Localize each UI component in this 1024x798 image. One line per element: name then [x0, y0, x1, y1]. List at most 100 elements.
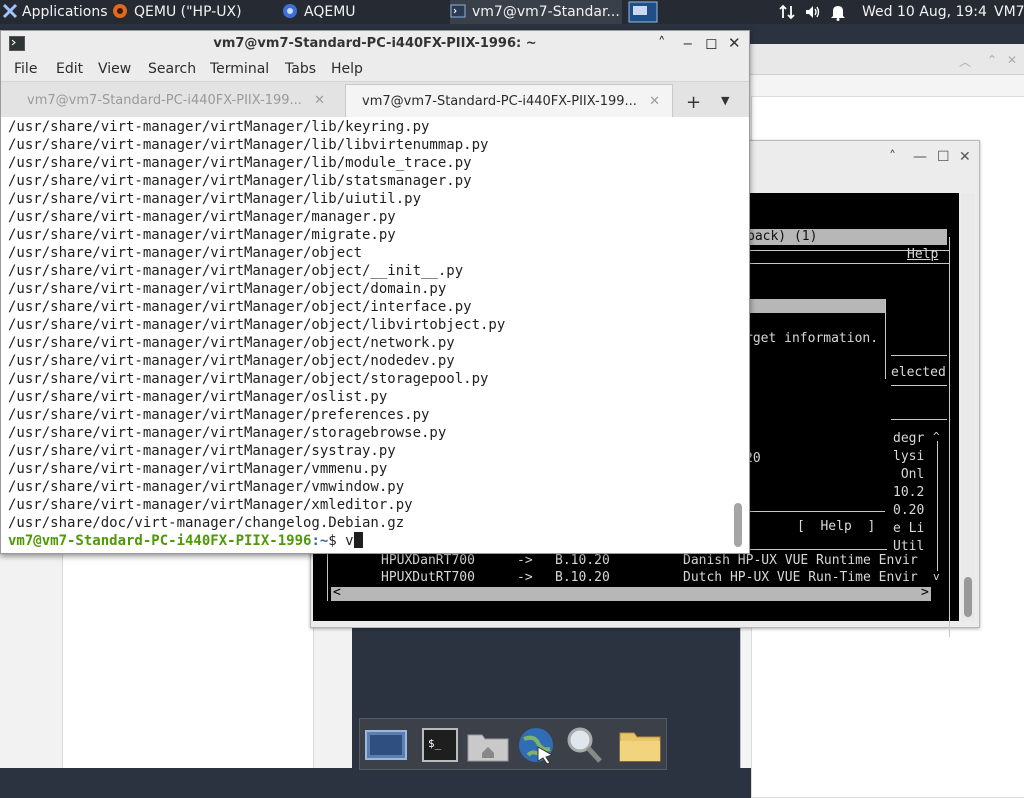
prompt-user: vm7@vm7-Standard-PC-i440FX-PIIX-1996: [8, 533, 312, 549]
menu-tabs[interactable]: Tabs: [285, 61, 316, 77]
tab-close-icon[interactable]: ✕: [649, 85, 660, 118]
minimize-icon[interactable]: ˄: [889, 149, 896, 165]
scroll-track: [937, 441, 938, 571]
command-prompt[interactable]: vm7@vm7-Standard-PC-i440FX-PIIX-1996:~$ …: [8, 532, 728, 550]
svg-text:$_: $_: [428, 737, 442, 750]
selected-text: elected: [891, 365, 946, 380]
web-browser-icon[interactable]: [516, 725, 556, 765]
terminal-titlebar[interactable]: vm7@vm7-Standard-PC-i440FX-PIIX-1996: ~ …: [1, 31, 749, 57]
minimize-icon[interactable]: ‒: [683, 35, 693, 51]
minimize-icon[interactable]: —: [913, 149, 927, 165]
close-icon[interactable]: ✕: [959, 149, 971, 165]
close-icon[interactable]: ✕: [728, 35, 741, 51]
package-description: Dutch HP-UX VUE Run-Time Envir: [683, 570, 918, 585]
task-aqemu-label: AQEMU: [304, 4, 356, 20]
output-line: /usr/share/virt-manager/virtManager/obje…: [8, 353, 455, 369]
top-panel: Applications ⋮ QEMU ("HP-UX) AQEMU vm7@v…: [0, 0, 1024, 24]
volume-icon[interactable]: [804, 0, 824, 24]
terminal-icon: [450, 4, 466, 18]
output-line: /usr/share/virt-manager/virtManager/obje…: [8, 299, 472, 315]
new-tab-icon[interactable]: +: [686, 92, 701, 113]
output-line: /usr/share/virt-manager/virtManager/lib/…: [8, 119, 430, 135]
tab-terminal-2[interactable]: vm7@vm7-Standard-PC-i440FX-PIIX-199... ✕: [345, 84, 673, 118]
maximize-icon[interactable]: ☐: [937, 149, 950, 165]
output-line: /usr/share/virt-manager/virtManager/lib/…: [8, 173, 472, 189]
menu-search[interactable]: Search: [148, 61, 196, 77]
menu-edit[interactable]: Edit: [56, 61, 83, 77]
desktop-icon[interactable]: [364, 725, 407, 765]
user-menu[interactable]: VM7: [994, 0, 1024, 24]
notification-bell-icon[interactable]: [830, 0, 850, 24]
clock[interactable]: Wed 10 Aug, 19:41: [862, 0, 988, 24]
dock: $_: [359, 718, 667, 770]
scroll-left-arrow[interactable]: <: [333, 585, 341, 601]
help-menu[interactable]: Help: [907, 247, 938, 263]
help-button[interactable]: [ Help ]: [797, 519, 875, 535]
output-line: /usr/share/virt-manager/virtManager/osli…: [8, 389, 388, 405]
maximize-icon[interactable]: ⌃: [987, 53, 997, 67]
minimize-icon[interactable]: ︿: [959, 53, 971, 70]
output-line: /usr/share/virt-manager/virtManager/obje…: [8, 281, 447, 297]
terminal-scrollbar[interactable]: [731, 117, 745, 553]
task-terminal[interactable]: vm7@vm7-Standar...: [450, 0, 622, 24]
menu-file[interactable]: File: [14, 61, 37, 77]
package-name: HPUXDanRT700: [381, 553, 475, 568]
scrollbar-thumb[interactable]: [734, 503, 742, 547]
package-arrow: ->: [517, 570, 533, 585]
tab-menu-icon[interactable]: ▼: [721, 94, 729, 107]
window-title: vm7@vm7-Standard-PC-i440FX-PIIX-1996: ~: [213, 36, 537, 51]
maximize-icon[interactable]: ◻: [705, 35, 717, 51]
shade-icon[interactable]: ˄: [658, 35, 666, 51]
close-icon[interactable]: ✕: [1007, 53, 1017, 67]
output-line: /usr/share/virt-manager/virtManager/obje…: [8, 245, 363, 261]
package-version: B.10.20: [555, 570, 610, 585]
qemu-icon: [113, 4, 127, 18]
output-line: /usr/share/virt-manager/virtManager/obje…: [8, 335, 455, 351]
task-aqemu[interactable]: AQEMU: [282, 0, 446, 24]
output-line: /usr/share/virt-manager/virtManager/obje…: [8, 317, 506, 333]
divider: [891, 419, 947, 420]
terminal-output[interactable]: /usr/share/virt-manager/virtManager/lib/…: [1, 117, 749, 553]
command-input[interactable]: v: [345, 533, 353, 549]
output-line: /usr/share/virt-manager/virtManager/migr…: [8, 227, 396, 243]
output-line: /usr/share/virt-manager/virtManager/stor…: [8, 425, 447, 441]
prompt-symbol: $: [328, 533, 346, 549]
output-line: /usr/share/virt-manager/virtManager/obje…: [8, 263, 464, 279]
terminal-window[interactable]: vm7@vm7-Standard-PC-i440FX-PIIX-1996: ~ …: [0, 30, 750, 554]
menu-terminal[interactable]: Terminal: [210, 61, 269, 77]
divider: [745, 511, 885, 512]
package-description: Danish HP-UX VUE Runtime Envir: [683, 553, 918, 568]
menu-view[interactable]: View: [98, 61, 131, 77]
tab-terminal-1[interactable]: vm7@vm7-Standard-PC-i440FX-PIIX-199... ✕: [11, 84, 337, 117]
column-fragment: 10.2: [893, 485, 925, 500]
terminal-icon[interactable]: $_: [420, 725, 460, 765]
workspace-icon: [628, 1, 658, 23]
scrollbar-thumb[interactable]: [964, 577, 972, 617]
column-fragment: lysi: [893, 449, 925, 464]
background-window-titlebar: [741, 44, 1024, 75]
frame-line: [327, 549, 328, 601]
workspace-switcher[interactable]: [628, 0, 660, 24]
dialog-titlebar: [745, 299, 885, 313]
network-icon[interactable]: [778, 0, 798, 24]
qemu-scrollbar[interactable]: [961, 193, 975, 621]
search-icon[interactable]: [564, 725, 604, 765]
applications-menu[interactable]: Applications ⋮: [2, 0, 108, 24]
tab-close-icon[interactable]: ✕: [314, 84, 325, 117]
package-name: HPUXDutRT700: [381, 570, 475, 585]
horizontal-scrollbar[interactable]: [331, 587, 931, 601]
divider: [891, 355, 947, 356]
output-line: /usr/share/virt-manager/virtManager/xmle…: [8, 497, 413, 513]
column-fragment: 0.20: [893, 503, 925, 518]
scroll-down-arrow[interactable]: v: [933, 569, 940, 585]
xfce-logo-icon: [2, 3, 18, 19]
menu-help[interactable]: Help: [331, 61, 363, 77]
tab-label: vm7@vm7-Standard-PC-i440FX-PIIX-199...: [27, 93, 302, 108]
task-qemu[interactable]: QEMU ("HP-UX): [112, 0, 278, 24]
folder-icon[interactable]: [618, 725, 661, 765]
scroll-right-arrow[interactable]: >: [921, 585, 929, 601]
home-folder-icon[interactable]: [466, 725, 509, 765]
prompt-path: :~: [311, 533, 329, 549]
output-line: /usr/share/virt-manager/virtManager/lib/…: [8, 155, 472, 171]
target-info-text: rget information.: [745, 331, 879, 346]
